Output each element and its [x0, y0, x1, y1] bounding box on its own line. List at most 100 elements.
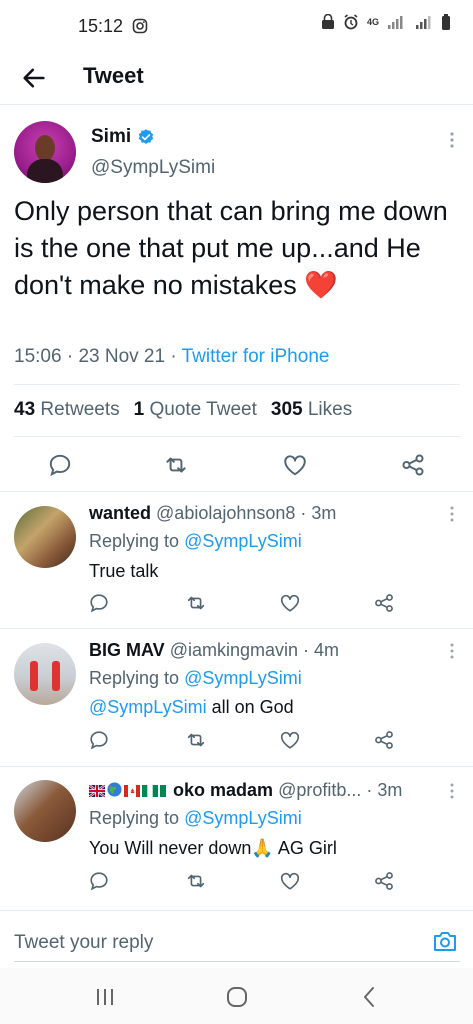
- more-options-icon[interactable]: [447, 130, 457, 150]
- divider: [14, 436, 460, 437]
- reply-text: You Will never down🙏 AG Girl: [89, 838, 337, 859]
- globe-icon: [107, 782, 122, 797]
- battery-icon: [442, 14, 450, 30]
- share-icon[interactable]: [400, 452, 426, 478]
- tweet-time: 15:06: [14, 346, 62, 367]
- retweet-icon[interactable]: [163, 452, 189, 478]
- reply-author-name[interactable]: BIG MAV: [89, 640, 165, 660]
- reply-actions: [0, 729, 473, 755]
- flag-emojis: [89, 780, 173, 800]
- reply-author-name[interactable]: oko madam: [173, 780, 273, 800]
- status-time: 15:12: [78, 16, 148, 37]
- lock-icon: [321, 14, 334, 29]
- avatar[interactable]: [14, 121, 76, 183]
- canada-flag-icon: [124, 785, 140, 797]
- like-icon[interactable]: [282, 452, 308, 478]
- top-bar: Tweet: [0, 52, 473, 105]
- reply-composer[interactable]: Tweet your reply: [0, 910, 473, 963]
- tweet-author-name[interactable]: Simi: [91, 126, 155, 148]
- reply-author-handle[interactable]: @profitb...: [278, 780, 361, 800]
- author-name-text: Simi: [91, 126, 132, 147]
- reply-icon[interactable]: [47, 452, 73, 478]
- mention-link[interactable]: @SympLySimi: [89, 697, 207, 717]
- divider: [14, 384, 460, 385]
- reply-age: 3m: [311, 503, 337, 523]
- reply-avatar[interactable]: [14, 780, 76, 842]
- divider: [14, 961, 460, 962]
- retweet-icon[interactable]: [185, 729, 207, 751]
- tweet-text: Only person that can bring me down is th…: [14, 193, 454, 304]
- nigeria-flag-icon: [142, 785, 158, 797]
- replying-to: Replying to @SympLySimi: [89, 668, 302, 688]
- more-options-icon[interactable]: [447, 782, 457, 800]
- signal-icon: [388, 16, 403, 29]
- instagram-icon: [132, 18, 148, 34]
- like-icon[interactable]: [279, 592, 301, 614]
- share-icon[interactable]: [373, 592, 395, 614]
- signal-icon-2: [416, 16, 431, 29]
- share-icon[interactable]: [373, 729, 395, 751]
- reply-author-name[interactable]: wanted: [89, 503, 151, 523]
- divider: [0, 766, 473, 767]
- green-bar-icon: [160, 785, 166, 797]
- android-nav-bar: [0, 968, 473, 1024]
- reply-text-body: all on God: [206, 697, 294, 717]
- camera-icon[interactable]: [432, 929, 458, 953]
- alarm-icon: [344, 14, 358, 30]
- tweet-date: 23 Nov 21: [78, 346, 166, 367]
- retweets-stat[interactable]: 43 Retweets: [14, 399, 120, 421]
- tweet-author-handle[interactable]: @SympLySimi: [91, 157, 215, 179]
- share-icon[interactable]: [373, 870, 395, 892]
- replying-to-link[interactable]: @SympLySimi: [184, 668, 302, 688]
- reply-author-handle[interactable]: @abiolajohnson8: [156, 503, 295, 523]
- reply-actions: [0, 592, 473, 618]
- retweet-icon[interactable]: [185, 592, 207, 614]
- status-bar: 15:12 4G: [0, 0, 473, 52]
- reply-avatar[interactable]: [14, 506, 76, 568]
- replying-to-link[interactable]: @SympLySimi: [184, 808, 302, 828]
- reply-header: BIG MAV @iamkingmavin · 4m: [89, 640, 340, 660]
- reply-icon[interactable]: [88, 729, 110, 751]
- reply-actions: [0, 870, 473, 896]
- divider: [0, 628, 473, 629]
- reply-header: oko madam @profitb... · 3m: [89, 780, 402, 801]
- tweet-actions: [0, 450, 473, 480]
- reply-text-body: You Will never down: [89, 838, 252, 858]
- reply-age: 3m: [377, 780, 403, 800]
- reply-text: @SympLySimi all on God: [89, 697, 294, 718]
- back-arrow-icon[interactable]: [20, 64, 48, 92]
- reply-text: True talk: [89, 561, 159, 581]
- likes-stat[interactable]: 305 Likes: [271, 399, 352, 421]
- home-icon[interactable]: [226, 986, 248, 1008]
- tweet-text-body: Only person that can bring me down is th…: [14, 196, 448, 300]
- tweet-stats: 43 Retweets 1 Quote Tweet 305 Likes: [14, 399, 352, 421]
- verified-badge-icon: [138, 129, 154, 144]
- page-title: Tweet: [83, 63, 144, 88]
- quotes-stat[interactable]: 1 Quote Tweet: [134, 399, 257, 421]
- tweet-source-link[interactable]: Twitter for iPhone: [182, 346, 330, 367]
- uk-flag-icon: [89, 785, 105, 797]
- reply-age: 4m: [314, 640, 340, 660]
- reply-icon[interactable]: [88, 870, 110, 892]
- tweet-meta: 15:06 · 23 Nov 21 · Twitter for iPhone: [14, 346, 330, 367]
- back-icon[interactable]: [362, 986, 376, 1008]
- reply-input-placeholder[interactable]: Tweet your reply: [14, 932, 153, 954]
- more-options-icon[interactable]: [447, 505, 457, 523]
- replying-to: Replying to @SympLySimi: [89, 531, 302, 551]
- more-options-icon[interactable]: [447, 642, 457, 660]
- recent-apps-icon[interactable]: [94, 988, 116, 1006]
- like-icon[interactable]: [279, 729, 301, 751]
- reply-author-handle[interactable]: @iamkingmavin: [170, 640, 298, 660]
- praying-hands-emoji: 🙏: [251, 838, 274, 858]
- divider: [0, 491, 473, 492]
- replying-to: Replying to @SympLySimi: [89, 808, 302, 828]
- status-icons: 4G: [321, 14, 451, 30]
- like-icon[interactable]: [279, 870, 301, 892]
- heart-emoji: ❤️: [304, 270, 338, 300]
- reply-avatar[interactable]: [14, 643, 76, 705]
- replying-to-link[interactable]: @SympLySimi: [184, 531, 302, 551]
- reply-icon[interactable]: [88, 592, 110, 614]
- retweet-icon[interactable]: [185, 870, 207, 892]
- reply-header: wanted @abiolajohnson8 · 3m: [89, 503, 337, 523]
- network-label: 4G: [366, 16, 379, 27]
